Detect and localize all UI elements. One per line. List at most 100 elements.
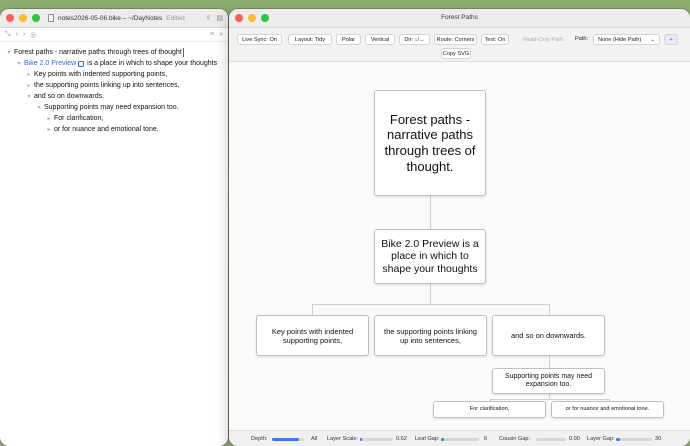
outline-row[interactable]: ▸ the supporting points linking up into … — [0, 80, 228, 91]
tree-node-grandchild[interactable]: Key points with indented supporting poin… — [256, 315, 369, 356]
tree-edge — [549, 304, 550, 315]
titlebar-tools: ⇪ ▤ — [206, 14, 224, 22]
depth-slider-fill — [272, 438, 300, 441]
chevron-down-icon: ⌄ — [650, 36, 655, 43]
layout-button[interactable]: Layout: Tidy — [288, 34, 332, 45]
layer-scale-value: 0.62 — [396, 436, 407, 442]
outline-editor[interactable]: ▾ Forest paths - narrative paths through… — [0, 42, 228, 135]
add-button[interactable]: + — [664, 34, 678, 45]
tree-edge — [312, 304, 549, 305]
outline-row[interactable]: ▾ Forest paths - narrative paths through… — [0, 47, 228, 58]
document-title-group: notes2026-05-06.bike – ~/DayNotes Edited — [48, 14, 185, 22]
outline-row[interactable]: ▸ For clarification, — [0, 113, 228, 124]
outline-text[interactable]: the supporting points linking up into se… — [34, 82, 180, 89]
bullet-icon[interactable]: ▸ — [24, 82, 34, 89]
depth-slider[interactable] — [272, 438, 304, 441]
window-title: Forest Paths — [441, 14, 478, 21]
direction-button[interactable]: Dir: ↓/→ — [399, 34, 430, 45]
zoom-button[interactable] — [32, 14, 40, 22]
polar-button[interactable]: Polar — [336, 34, 361, 45]
bullet-icon[interactable]: ▸ — [24, 71, 34, 78]
text-cursor — [182, 48, 185, 57]
left-titlebar: notes2026-05-06.bike – ~/DayNotes Edited… — [0, 9, 228, 28]
minimize-button[interactable] — [19, 14, 27, 22]
expand-arrows-icon[interactable]: ⤡ — [5, 31, 11, 39]
outline-row[interactable]: ▾ and so on downwards. — [0, 91, 228, 102]
toolbar: Live Sync: On Layout: Tidy Polar Vertica… — [229, 28, 690, 62]
outline-row[interactable]: ▾ Bike 2.0 Preview is a place in which t… — [0, 58, 228, 69]
depth-value: All — [311, 436, 318, 442]
navigation-bar: ⤡ ‹ › ◎ ≡ » — [0, 28, 228, 42]
share-icon[interactable]: ⇪ — [206, 14, 212, 22]
layer-gap-label: Layer Gap: — [587, 436, 615, 442]
leaf-gap-value: 6 — [484, 436, 488, 442]
tree-node-leaf[interactable]: For clarification, — [433, 401, 546, 418]
copy-svg-button[interactable]: Copy SVG — [441, 48, 471, 59]
layer-scale-slider[interactable] — [360, 438, 393, 441]
read-only-path-button[interactable]: Read-Only Path — [521, 34, 565, 45]
tree-edge — [430, 196, 431, 229]
forest-paths-window: Forest Paths Live Sync: On Layout: Tidy … — [229, 9, 690, 446]
outline-text[interactable]: Supporting points may need expansion too… — [44, 104, 179, 111]
tree-canvas[interactable]: Forest paths - narrative paths through t… — [229, 62, 690, 430]
leaf-gap-slider[interactable] — [441, 438, 479, 441]
status-bar: Depth: All Layer Scale: 0.62 Leaf Gap: 6… — [229, 430, 690, 446]
outline-link[interactable]: Bike 2.0 Preview — [24, 60, 76, 67]
slider-fill — [441, 438, 444, 441]
cousin-gap-slider[interactable] — [536, 438, 566, 441]
tree-edge — [549, 356, 550, 368]
disclosure-triangle-icon[interactable]: ▾ — [24, 93, 34, 100]
outline-text[interactable]: For clarification, — [54, 115, 103, 122]
bullet-icon[interactable]: ▸ — [44, 115, 54, 122]
outline-text[interactable]: and so on downwards. — [34, 93, 104, 100]
sidebar-icon[interactable]: ▤ — [216, 14, 223, 22]
tree-edge — [312, 304, 313, 315]
outline-text[interactable]: Forest paths - narrative paths through t… — [14, 49, 182, 56]
outline-text[interactable]: is a place in which to shape your though… — [87, 60, 217, 67]
text-toggle-button[interactable]: Text: On — [481, 34, 509, 45]
format-icon[interactable]: ≡ — [210, 31, 214, 38]
forward-icon[interactable]: › — [23, 31, 25, 38]
live-sync-button[interactable]: Live Sync: On — [237, 34, 282, 45]
slider-fill — [616, 438, 620, 441]
vertical-button[interactable]: Vertical — [365, 34, 395, 45]
link-badge-icon[interactable] — [78, 60, 85, 67]
tree-node-grandchild[interactable]: the supporting points linking up into se… — [374, 315, 487, 356]
window-controls — [6, 14, 40, 22]
outline-row[interactable]: ▸ or for nuance and emotional tone. — [0, 124, 228, 135]
outline-row[interactable]: ▾ Supporting points may need expansion t… — [0, 102, 228, 113]
disclosure-triangle-icon[interactable]: ▾ — [14, 60, 24, 67]
tree-edge — [430, 284, 431, 305]
chevron-icon[interactable]: » — [219, 31, 223, 38]
route-button[interactable]: Route: Corners — [434, 34, 477, 45]
focus-icon[interactable]: ◎ — [30, 31, 36, 39]
leaf-gap-label: Leaf Gap: — [415, 436, 440, 442]
back-icon[interactable]: ‹ — [16, 31, 18, 38]
layer-gap-slider[interactable] — [616, 438, 652, 441]
document-title[interactable]: notes2026-05-06.bike – ~/DayNotes — [58, 15, 162, 22]
right-titlebar: Forest Paths — [229, 9, 690, 28]
tree-node-root[interactable]: Forest paths - narrative paths through t… — [374, 90, 486, 196]
slider-fill — [360, 438, 362, 441]
disclosure-triangle-icon[interactable]: ▾ — [34, 104, 44, 111]
cousin-gap-value: 0.00 — [569, 436, 580, 442]
path-select[interactable]: None (Hide Path) ⌄ — [593, 34, 660, 45]
document-icon — [48, 14, 54, 22]
tree-node-grandchild[interactable]: and so on downwards. — [492, 315, 605, 356]
outline-row[interactable]: ▸ Key points with indented supporting po… — [0, 69, 228, 80]
disclosure-triangle-icon[interactable]: ▾ — [4, 49, 14, 56]
tree-node-child[interactable]: Bike 2.0 Preview is a place in which to … — [374, 229, 486, 284]
cousin-gap-label: Cousin Gap: — [499, 436, 531, 442]
outline-window: notes2026-05-06.bike – ~/DayNotes Edited… — [0, 9, 228, 446]
close-button[interactable] — [6, 14, 14, 22]
outline-text[interactable]: Key points with indented supporting poin… — [34, 71, 167, 78]
bullet-icon[interactable]: ▸ — [44, 126, 54, 133]
outline-text[interactable]: or for nuance and emotional tone. — [54, 126, 159, 133]
layer-scale-label: Layer Scale: — [327, 436, 359, 442]
tree-node-great-grandchild[interactable]: Supporting points may need expansion too… — [492, 368, 605, 394]
tree-node-leaf[interactable]: or for nuance and emotional tone. — [551, 401, 664, 418]
path-select-value: None (Hide Path) — [598, 36, 642, 43]
edited-status: Edited — [166, 14, 185, 22]
path-label: Path: — [575, 36, 589, 42]
layer-gap-value: 30 — [655, 436, 662, 442]
